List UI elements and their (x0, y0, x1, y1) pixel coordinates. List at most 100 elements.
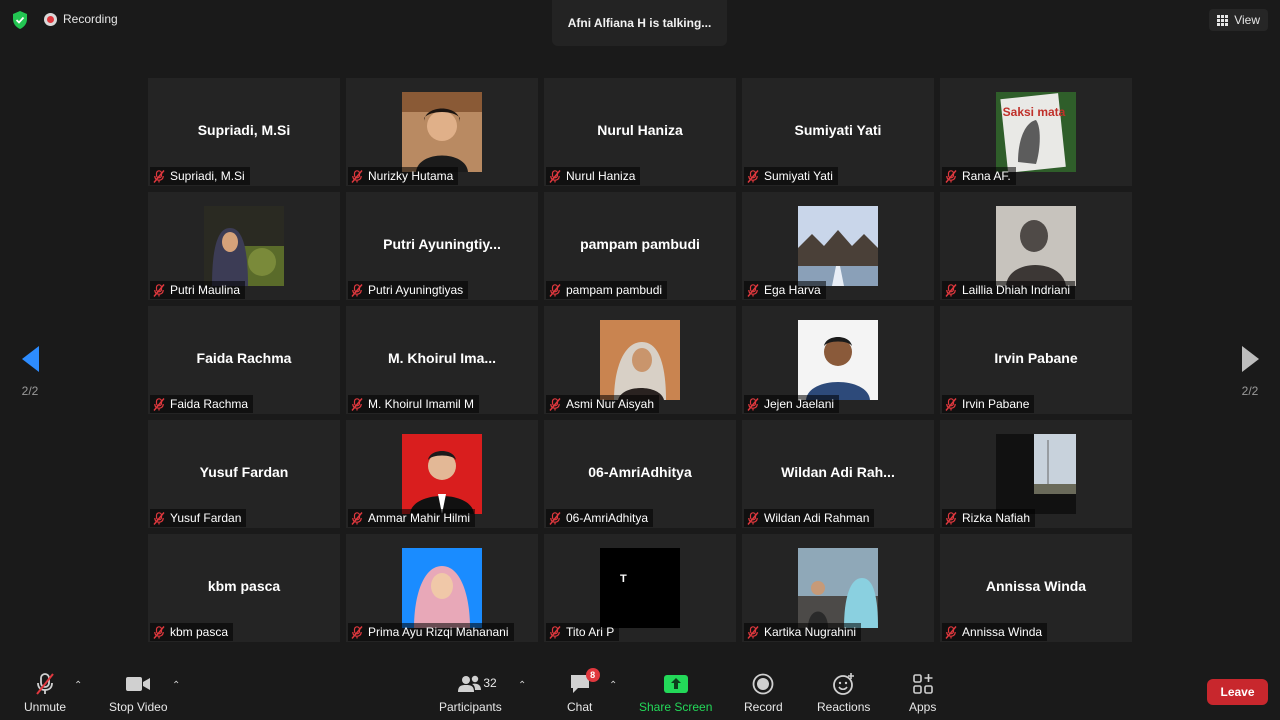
participant-tile[interactable]: Jejen Jaelani (742, 306, 934, 414)
chat-options-chevron-icon[interactable]: ⌃ (609, 680, 617, 691)
participant-tile[interactable]: 06-AmriAdhitya 06-AmriAdhitya (544, 420, 736, 528)
active-speaker-banner: Afni Alfiana H is talking... (552, 0, 727, 46)
participant-name-label: M. Khoirul Imamil M (348, 395, 480, 413)
participant-name: Irvin Pabane (962, 397, 1030, 411)
participant-tile[interactable]: Putri Ayuningtiy... Putri Ayuningtiyas (346, 192, 538, 300)
participant-tile[interactable]: Sumiyati Yati Sumiyati Yati (742, 78, 934, 186)
microphone-muted-icon (747, 283, 759, 297)
page-indicator-right: 2/2 (1241, 384, 1259, 398)
microphone-muted-icon (153, 625, 165, 639)
participant-display-name: Nurul Haniza (597, 122, 683, 138)
share-screen-button[interactable]: Share Screen (639, 672, 712, 714)
participant-name-label: Ammar Mahir Hilmi (348, 509, 475, 527)
participant-name: Rizka Nafiah (962, 511, 1031, 525)
participant-name-label: Nurizky Hutama (348, 167, 459, 185)
share-screen-label: Share Screen (639, 700, 713, 714)
participant-name: Wildan Adi Rahman (764, 511, 870, 525)
participant-tile[interactable]: Annissa Winda Annissa Winda (940, 534, 1132, 642)
participant-name-label: Annissa Winda (942, 623, 1048, 641)
participant-tile[interactable]: Prima Ayu Rizqi Mahanani (346, 534, 538, 642)
participant-display-name: Supriadi, M.Si (197, 122, 291, 138)
next-page-button[interactable]: 2/2 (1230, 340, 1270, 398)
participant-tile[interactable]: Putri Maulina (148, 192, 340, 300)
meeting-toolbar: Unmute ⌃ Stop Video ⌃ 32 Participants ⌃ (0, 660, 1280, 720)
apps-button[interactable]: Apps (909, 672, 936, 714)
participant-name-label: Putri Maulina (150, 281, 246, 299)
view-button[interactable]: View (1209, 9, 1268, 31)
participant-tile[interactable]: Ega Harva (742, 192, 934, 300)
participants-icon (458, 675, 482, 692)
participant-tile[interactable]: Supriadi, M.Si Supriadi, M.Si (148, 78, 340, 186)
microphone-muted-icon (945, 283, 957, 297)
chat-button[interactable]: 8 Chat (567, 668, 600, 714)
participant-tile[interactable]: kbm pasca kbm pasca (148, 534, 340, 642)
grid-view-icon (1217, 14, 1229, 26)
participant-name: Ega Harva (764, 283, 821, 297)
participant-grid: Supriadi, M.Si Supriadi, M.Si Nurizky Huta… (148, 78, 1132, 642)
participant-display-name: Putri Ayuningtiy... (383, 236, 501, 252)
participants-options-chevron-icon[interactable]: ⌃ (518, 680, 526, 691)
participant-tile[interactable]: Kartika Nugrahini (742, 534, 934, 642)
reactions-button[interactable]: Reactions (817, 672, 870, 714)
stop-video-button[interactable]: Stop Video (109, 672, 168, 714)
participant-name: Kartika Nugrahini (764, 625, 857, 639)
recording-indicator[interactable]: Recording (44, 12, 118, 26)
participant-tile[interactable]: Nurul Haniza Nurul Haniza (544, 78, 736, 186)
video-options-chevron-icon[interactable]: ⌃ (172, 680, 180, 691)
participant-name: Putri Maulina (170, 283, 241, 297)
participant-name-label: Supriadi, M.Si (150, 167, 250, 185)
participant-name-label: Faida Rachma (150, 395, 254, 413)
participant-tile[interactable]: Nurizky Hutama (346, 78, 538, 186)
participant-tile[interactable]: Wildan Adi Rah... Wildan Adi Rahman (742, 420, 934, 528)
participant-tile[interactable]: Rizka Nafiah (940, 420, 1132, 528)
microphone-muted-icon (747, 169, 759, 183)
microphone-muted-icon (945, 511, 957, 525)
participant-display-name: M. Khoirul Ima... (387, 350, 497, 366)
participants-button[interactable]: 32 Participants (439, 672, 502, 714)
participant-name-label: Kartika Nugrahini (744, 623, 862, 641)
participant-name: Faida Rachma (170, 397, 249, 411)
participant-name-label: Nurul Haniza (546, 167, 641, 185)
participant-name-label: Wildan Adi Rahman (744, 509, 875, 527)
participant-name-label: kbm pasca (150, 623, 234, 641)
participant-name: pampam pambudi (566, 283, 663, 297)
reactions-smiley-icon (832, 673, 854, 695)
participant-name-label: Irvin Pabane (942, 395, 1035, 413)
participant-name: Yusuf Fardan (170, 511, 242, 525)
participants-count: 32 (483, 676, 497, 690)
participant-photo (402, 92, 482, 172)
participant-name: Supriadi, M.Si (170, 169, 245, 183)
participant-tile[interactable]: pampam pambudi pampam pambudi (544, 192, 736, 300)
microphone-muted-icon (945, 169, 957, 183)
participant-tile[interactable]: Saksi mata Rana AF. (940, 78, 1132, 186)
participant-tile[interactable]: Ammar Mahir Hilmi (346, 420, 538, 528)
audio-options-chevron-icon[interactable]: ⌃ (74, 680, 82, 691)
participant-tile[interactable]: Faida Rachma Faida Rachma (148, 306, 340, 414)
unmute-button[interactable]: Unmute (24, 672, 66, 714)
recording-icon (44, 12, 57, 26)
participant-name-label: Prima Ayu Rizqi Mahanani (348, 623, 514, 641)
participant-photo (798, 320, 878, 400)
chat-unread-badge: 8 (585, 668, 600, 682)
participant-name-label: 06-AmriAdhitya (546, 509, 654, 527)
participant-tile[interactable]: Yusuf Fardan Yusuf Fardan (148, 420, 340, 528)
previous-page-button[interactable]: 2/2 (10, 340, 50, 398)
participant-tile[interactable]: M. Khoirul Ima... M. Khoirul Imamil M (346, 306, 538, 414)
security-shield-icon[interactable] (12, 11, 28, 29)
participant-name-label: Putri Ayuningtiyas (348, 281, 469, 299)
participant-tile[interactable]: Laillia Dhiah Indriani (940, 192, 1132, 300)
participant-photo (204, 206, 284, 286)
microphone-muted-icon (351, 625, 363, 639)
arrow-right-icon (1241, 346, 1259, 372)
participant-name-label: Yusuf Fardan (150, 509, 247, 527)
participant-name: Jejen Jaelani (764, 397, 835, 411)
microphone-muted-icon (153, 511, 165, 525)
record-button[interactable]: Record (744, 672, 783, 714)
participant-photo (996, 434, 1076, 514)
participant-tile[interactable]: Irvin Pabane Irvin Pabane (940, 306, 1132, 414)
microphone-muted-icon (549, 625, 561, 639)
participant-photo: T (600, 548, 680, 628)
participant-tile[interactable]: Asmi Nur Aisyah (544, 306, 736, 414)
participant-tile[interactable]: T Tito Ari P (544, 534, 736, 642)
leave-button[interactable]: Leave (1207, 679, 1268, 705)
